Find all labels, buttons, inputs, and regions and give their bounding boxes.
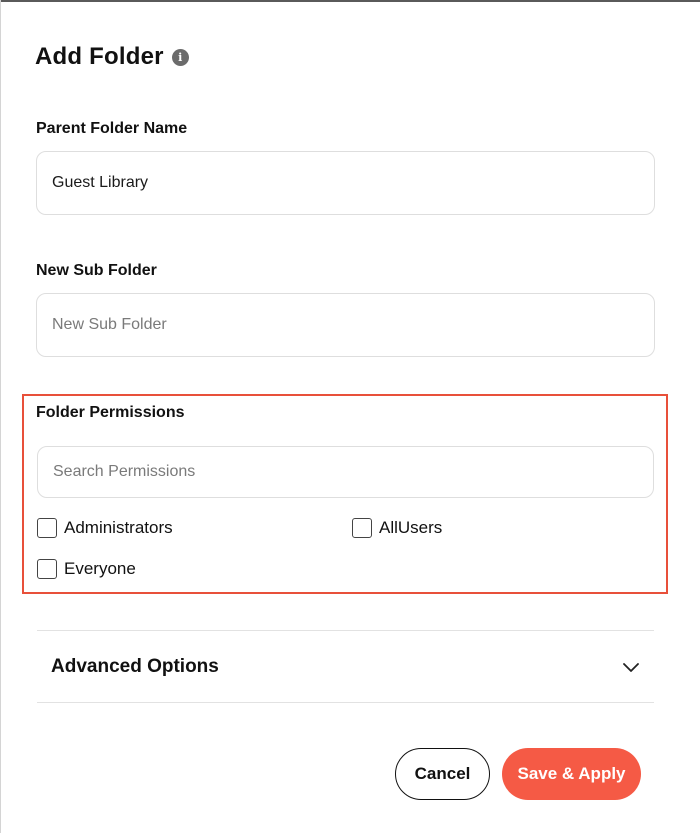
permissions-search-input[interactable] bbox=[37, 446, 654, 498]
parent-folder-label: Parent Folder Name bbox=[36, 120, 188, 137]
chevron-down-icon bbox=[623, 662, 639, 672]
dialog-header: Add Folder i bbox=[35, 43, 189, 71]
info-icon[interactable]: i bbox=[171, 48, 189, 66]
permission-option-administrators[interactable]: Administrators bbox=[37, 518, 173, 538]
left-border bbox=[0, 0, 1, 833]
permission-option-label: AllUsers bbox=[379, 518, 443, 537]
permission-option-allusers[interactable]: AllUsers bbox=[352, 518, 442, 538]
advanced-options-label: Advanced Options bbox=[51, 655, 219, 677]
top-border bbox=[0, 0, 700, 2]
checkbox[interactable] bbox=[352, 518, 372, 538]
permission-option-label: Everyone bbox=[64, 559, 136, 578]
divider bbox=[37, 702, 654, 703]
parent-folder-field[interactable] bbox=[36, 151, 655, 215]
permissions-label: Folder Permissions bbox=[36, 404, 185, 421]
advanced-options-toggle[interactable]: Advanced Options bbox=[37, 631, 654, 702]
permission-option-label: Administrators bbox=[64, 518, 173, 537]
sub-folder-field[interactable] bbox=[36, 293, 655, 357]
sub-folder-label: New Sub Folder bbox=[36, 262, 157, 279]
cancel-button[interactable]: Cancel bbox=[395, 748, 490, 800]
checkbox[interactable] bbox=[37, 559, 57, 579]
save-apply-button[interactable]: Save & Apply bbox=[502, 748, 641, 800]
permission-option-everyone[interactable]: Everyone bbox=[37, 559, 136, 579]
checkbox[interactable] bbox=[37, 518, 57, 538]
page-title: Add Folder bbox=[35, 43, 164, 70]
